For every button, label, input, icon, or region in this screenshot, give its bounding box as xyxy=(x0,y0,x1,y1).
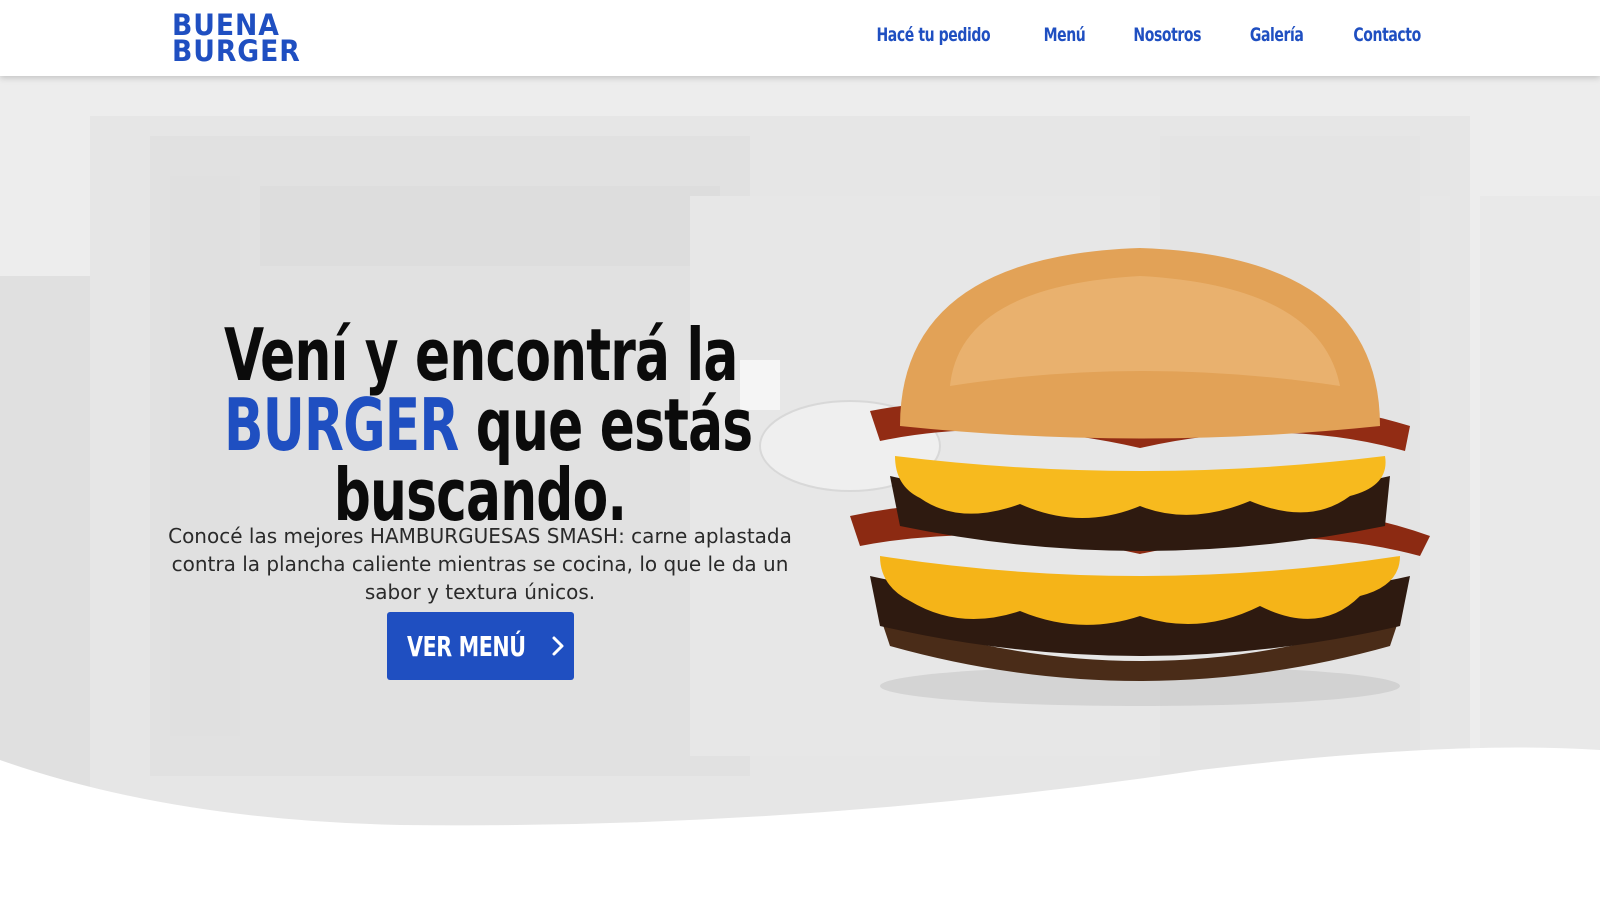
nav-item-contact[interactable]: Contacto xyxy=(1353,24,1421,46)
main-nav: Hacé tu pedido Menú Nosotros Galería Con… xyxy=(864,24,1428,46)
nav-item-about[interactable]: Nosotros xyxy=(1133,24,1201,46)
hero-subtitle: Conocé las mejores HAMBURGUESAS SMASH: c… xyxy=(168,524,792,604)
nav-item-order[interactable]: Hacé tu pedido xyxy=(877,24,991,46)
headline-line-2: BURGER que estás xyxy=(224,389,753,461)
logo-line-2: BURGER xyxy=(172,34,301,68)
brand-logo[interactable]: BUENA BURGER xyxy=(172,11,301,68)
headline-line-3: buscando. xyxy=(333,453,627,538)
headline-line-1: Vení y encontrá la xyxy=(224,313,738,398)
nav-item-gallery[interactable]: Galería xyxy=(1250,24,1304,46)
site-header: BUENA BURGER Hacé tu pedido Menú Nosotro… xyxy=(0,0,1600,76)
nav-item-menu[interactable]: Menú xyxy=(1044,24,1086,46)
wave-divider xyxy=(0,747,1600,900)
hero-headline: Vení y encontrá la BURGER que estás busc… xyxy=(160,313,800,538)
